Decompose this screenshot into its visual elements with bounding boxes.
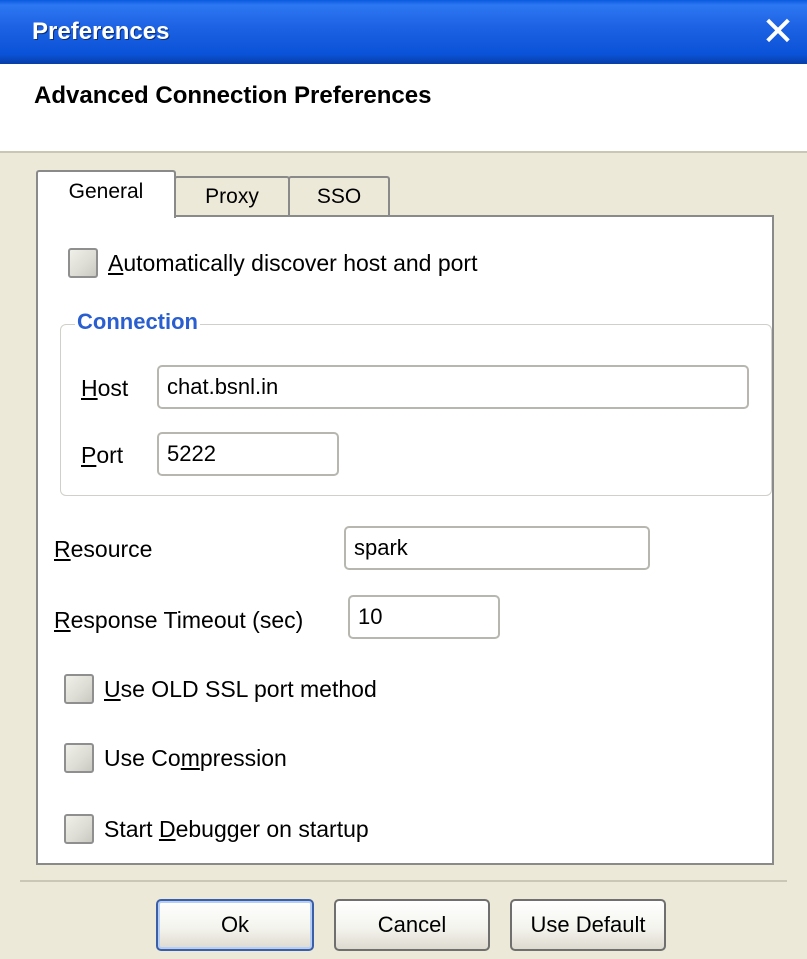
old-ssl-checkbox[interactable] <box>64 674 94 704</box>
use-default-button[interactable]: Use Default <box>510 899 666 951</box>
title-bar[interactable]: Preferences ✕ <box>0 0 807 64</box>
tab-general[interactable]: General <box>36 170 176 218</box>
compression-label[interactable]: Use Compression <box>104 745 287 772</box>
resource-input[interactable]: spark <box>344 526 650 570</box>
auto-discover-checkbox[interactable] <box>68 248 98 278</box>
compression-checkbox[interactable] <box>64 743 94 773</box>
close-icon[interactable]: ✕ <box>755 12 801 52</box>
debugger-checkbox[interactable] <box>64 814 94 844</box>
ok-button[interactable]: Ok <box>156 899 314 951</box>
general-tab-panel: Automatically discover host and port Con… <box>36 215 774 865</box>
debugger-label[interactable]: Start Debugger on startup <box>104 816 369 843</box>
host-label: Host <box>81 375 129 401</box>
cancel-button[interactable]: Cancel <box>334 899 490 951</box>
footer-divider <box>20 880 787 882</box>
response-timeout-input[interactable]: 10 <box>348 595 500 639</box>
host-input[interactable]: chat.bsnl.in <box>157 365 749 409</box>
old-ssl-label[interactable]: Use OLD SSL port method <box>104 676 377 703</box>
dialog-heading: Advanced Connection Preferences <box>34 82 432 109</box>
port-label: Port <box>81 442 124 468</box>
connection-group-title: Connection <box>75 309 200 335</box>
tab-sso[interactable]: SSO <box>288 176 390 216</box>
dialog-header: Advanced Connection Preferences <box>0 64 807 152</box>
window-title: Preferences <box>32 18 170 45</box>
response-timeout-label: Response Timeout (sec) <box>54 607 304 633</box>
tab-proxy[interactable]: Proxy <box>174 176 290 216</box>
connection-group: Connection Host chat.bsnl.in Port 5222 <box>60 309 772 496</box>
resource-label: Resource <box>54 536 153 562</box>
header-divider <box>0 151 807 153</box>
auto-discover-label[interactable]: Automatically discover host and port <box>108 250 477 277</box>
port-input[interactable]: 5222 <box>157 432 339 476</box>
preferences-dialog: Preferences ✕ Advanced Connection Prefer… <box>0 0 807 959</box>
